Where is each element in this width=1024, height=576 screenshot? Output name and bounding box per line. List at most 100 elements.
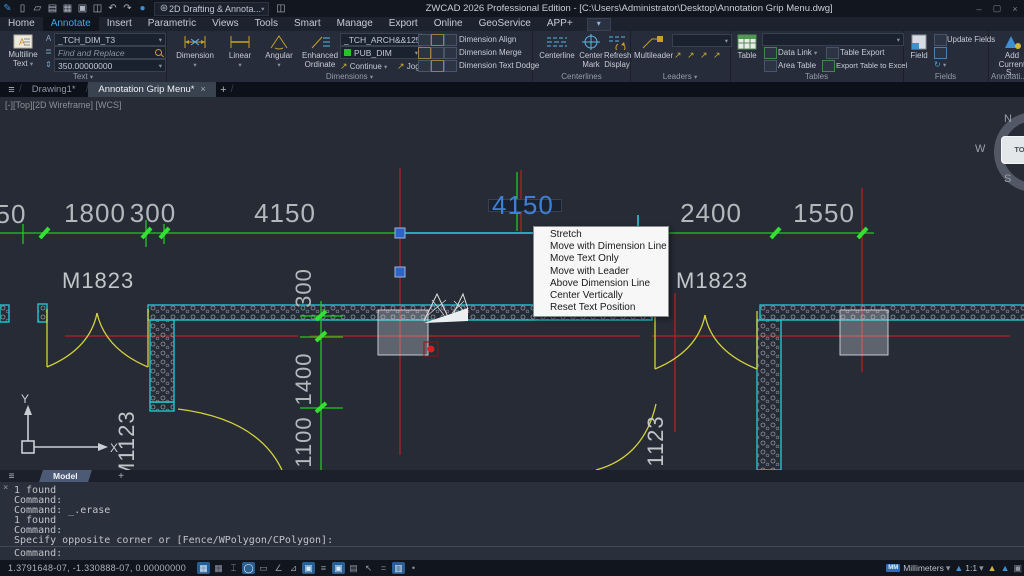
new-icon[interactable]: ▯ [15, 3, 30, 14]
polar-tracking-icon[interactable]: ∠ [272, 562, 285, 574]
model-tab[interactable]: Model [39, 470, 91, 482]
align-leader-icon[interactable]: ↗ [700, 50, 708, 61]
grid-icon[interactable]: ▦ [197, 562, 210, 574]
viewcube-west[interactable]: W [975, 143, 985, 155]
menu-item-above-dimension-line[interactable]: Above Dimension Line [534, 278, 668, 290]
tab-home[interactable]: Home [0, 17, 43, 31]
dimension-align-button[interactable]: Dimension Align [459, 35, 516, 44]
field-button[interactable]: Field [907, 33, 931, 61]
menu-item-move-with-dimension-line[interactable]: Move with Dimension Line [534, 241, 668, 253]
menu-item-move-text-only[interactable]: Move Text Only [534, 253, 668, 265]
dim-reassociate-icon[interactable] [418, 60, 431, 72]
isometric-draft-icon[interactable]: ⌶ [227, 562, 240, 574]
drawing-canvas[interactable]: [-][Top][2D Wireframe] [WCS] 50 1800 300… [0, 97, 1024, 470]
save-all-icon[interactable]: ▦ [60, 3, 75, 14]
multileader-style-select[interactable]: ▾ [672, 34, 732, 47]
dim-style-select[interactable]: _TCH_ARCH&&125▾ [340, 33, 422, 46]
linear-dimension-button[interactable]: Linear▾ [222, 33, 258, 70]
minimize-button[interactable]: – [970, 4, 988, 14]
dim-text-2400[interactable]: 2400 [676, 198, 746, 229]
osnap-icon[interactable]: ▣ [302, 562, 315, 574]
panel-label-dimensions[interactable]: Dimensions ▾ [167, 72, 532, 81]
dim-text-angle-icon[interactable] [444, 60, 457, 72]
clean-screen-icon[interactable]: • [407, 562, 420, 574]
panel-label-tables[interactable]: Tables [730, 72, 903, 81]
collect-leader-icon[interactable]: ↗ [713, 50, 721, 61]
dim-text-1800[interactable]: 1800 [60, 198, 130, 229]
viewcube-north[interactable]: N [1004, 113, 1012, 125]
preview-icon[interactable]: ◫ [90, 3, 105, 14]
file-tab-annotation-grip-menu[interactable]: Annotation Grip Menu*× [88, 82, 215, 97]
field-display-icon[interactable] [934, 47, 947, 59]
dim-inspect-icon[interactable] [444, 47, 457, 59]
data-link-button[interactable]: Data Link ▾ [778, 48, 817, 57]
chevron-down-icon[interactable]: ▾ [946, 563, 951, 574]
tab-views[interactable]: Views [204, 17, 247, 31]
dim-text-4150[interactable]: 4150 [250, 198, 320, 229]
text-height-select[interactable]: 350.00000000▾ [54, 59, 166, 72]
find-replace-input[interactable]: Find and Replace [54, 46, 166, 59]
tab-online[interactable]: Online [426, 17, 471, 31]
tab-parametric[interactable]: Parametric [140, 17, 204, 31]
tab-insert[interactable]: Insert [99, 17, 140, 31]
selection-cycling-icon[interactable]: ↖ [362, 562, 375, 574]
dim-text-v1100[interactable]: 1100 [291, 406, 317, 470]
lineweight-icon[interactable]: ≡ [317, 562, 330, 574]
dim-text-300[interactable]: 300 [128, 198, 178, 229]
panel-label-fields[interactable]: Fields [903, 72, 988, 81]
osnap-tracking-icon[interactable]: ⊿ [287, 562, 300, 574]
layout-menu-icon[interactable]: ≡ [4, 471, 19, 482]
panel-label-leaders[interactable]: Leaders ▾ [630, 72, 730, 81]
dim-update-icon[interactable] [431, 34, 444, 46]
file-tabs-menu-icon[interactable]: ≡ [4, 84, 19, 96]
open-icon[interactable]: ▱ [30, 3, 45, 14]
tab-export[interactable]: Export [381, 17, 426, 31]
tab-tools[interactable]: Tools [247, 17, 286, 31]
chevron-down-icon[interactable]: ▾ [979, 563, 984, 574]
properties-panel-icon[interactable]: ▤ [347, 562, 360, 574]
workspace-switcher[interactable]: ⊛ 2D Drafting & Annota... ▾ [154, 2, 269, 16]
new-tab-button[interactable]: + [216, 84, 231, 96]
door-label-1123[interactable]: 1123 [643, 413, 669, 469]
selected-grip[interactable] [395, 228, 405, 238]
menu-item-move-with-leader[interactable]: Move with Leader [534, 266, 668, 278]
command-window[interactable]: × 1 found Command: Command: _.erase 1 fo… [0, 482, 1024, 560]
center-mark-button[interactable]: CenterMark [578, 33, 604, 69]
menu-item-reset-text-position[interactable]: Reset Text Position [534, 302, 668, 314]
sheet-set-icon[interactable]: ◫ [273, 3, 288, 14]
switch-window-icon[interactable]: ▣ [1013, 563, 1022, 574]
close-button[interactable]: × [1006, 4, 1024, 14]
remove-leader-icon[interactable]: ↗ [687, 50, 695, 61]
panel-label-annotation[interactable]: Annotati... [988, 72, 1024, 81]
dim-baseline-icon[interactable] [418, 34, 431, 46]
close-tab-icon[interactable]: × [201, 84, 206, 94]
redo-icon[interactable]: ↷ [120, 3, 135, 14]
export-table-excel-button[interactable]: Export Table to Excel [836, 61, 907, 70]
print-icon[interactable]: ▣ [75, 3, 90, 14]
angular-dimension-button[interactable]: Angular▾ [260, 33, 298, 70]
snap-icon[interactable]: ▦ [212, 562, 225, 574]
table-style-select[interactable]: ▾ [762, 33, 904, 46]
field-update-cycle-button[interactable]: ↻ ▾ [934, 60, 946, 69]
dimension-text-dodge-button[interactable]: Dimension Text Dodge [459, 61, 539, 70]
centerline-button[interactable]: Centerline [536, 33, 578, 61]
auto-scale-icon[interactable]: ▲ [1001, 563, 1010, 573]
continue-button[interactable]: ↗ Continue ▾ [340, 61, 387, 72]
maximize-button[interactable]: ▢ [988, 3, 1006, 14]
table-button[interactable]: Table [734, 33, 760, 61]
dim-text-50[interactable]: 50 [0, 199, 28, 230]
save-icon[interactable]: ▤ [45, 3, 60, 14]
grip-midpoint[interactable] [395, 267, 405, 277]
area-table-button[interactable]: Area Table [778, 61, 816, 70]
tab-manage[interactable]: Manage [329, 17, 381, 31]
dim-space-icon[interactable] [444, 34, 457, 46]
panel-label-centerlines[interactable]: Centerlines [533, 72, 630, 81]
tab-geoservice[interactable]: GeoService [471, 17, 539, 31]
dim-text-v1400[interactable]: 1400 [291, 343, 317, 415]
dim-text-4150-selected[interactable]: 4150 [488, 199, 562, 212]
tab-annotate[interactable]: Annotate [43, 17, 99, 31]
viewport-controls[interactable]: [-][Top][2D Wireframe] [WCS] [5, 100, 122, 110]
dimension-button[interactable]: Dimension▾ [172, 33, 218, 70]
panel-label-text[interactable]: Text ▾ [0, 72, 166, 81]
table-export-button[interactable]: Table Export [840, 48, 884, 57]
